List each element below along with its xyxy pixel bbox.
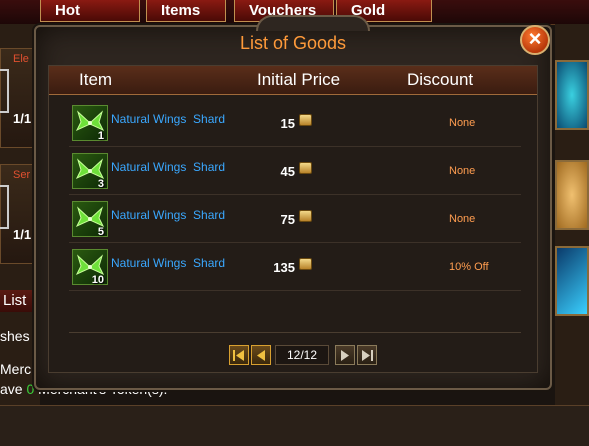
green-wings-shard-icon[interactable]: 10 (72, 249, 108, 286)
item-quantity: 1 (97, 130, 104, 142)
goods-table: Item Initial Price Discount 1 Natural Wi… (48, 65, 538, 373)
header-item: Item (79, 70, 113, 89)
table-row[interactable]: 5 Natural Wings Shard 75 None (69, 196, 521, 243)
item-name[interactable]: Natural Wings Shard (111, 112, 225, 126)
prev-page-button[interactable] (251, 345, 271, 365)
item-discount: 10% Off (449, 261, 489, 273)
item-price: 45 (280, 164, 295, 179)
card-label: Ser (13, 169, 31, 181)
title-ornament (256, 15, 370, 31)
smiley-icon[interactable] (555, 160, 589, 230)
table-row[interactable]: 10 Natural Wings Shard 135 10% Off (69, 244, 521, 291)
gold-ticket-icon (299, 162, 312, 174)
list-of-goods-dialog: List of Goods × Item Initial Price Disco… (34, 15, 552, 390)
item-price: 135 (273, 260, 295, 275)
tab-items-label: Items (161, 2, 201, 19)
card-count: 1/1 (13, 111, 32, 126)
next-page-icon (341, 350, 349, 361)
item-quantity: 10 (91, 274, 104, 286)
dialog-title: List of Goods (239, 33, 347, 53)
gold-ticket-icon (299, 258, 312, 270)
item-name[interactable]: Natural Wings Shard (111, 256, 225, 270)
item-discount: None (449, 117, 476, 129)
item-price: 15 (280, 116, 295, 131)
next-page-button[interactable] (335, 345, 355, 365)
item-quantity: 5 (97, 226, 104, 238)
token-pre: ave (0, 381, 27, 397)
skill-icon-2[interactable] (555, 246, 589, 316)
prev-page-icon (257, 350, 265, 361)
close-button[interactable]: × (520, 25, 550, 55)
table-header: Item Initial Price Discount (49, 66, 537, 95)
card-count: 1/1 (13, 227, 32, 242)
page-indicator: 12/12 (275, 345, 329, 365)
table-row[interactable]: 1 Natural Wings Shard 15 None (69, 100, 521, 147)
green-wings-shard-icon[interactable]: 1 (72, 105, 108, 142)
item-name[interactable]: Natural Wings Shard (111, 208, 225, 222)
header-initial-price: Initial Price (257, 70, 341, 89)
list-tab-label: List (3, 292, 27, 309)
item-quantity: 3 (97, 178, 104, 190)
header-discount: Discount (407, 70, 474, 89)
first-page-button[interactable] (229, 345, 249, 365)
slot-frame (0, 69, 9, 113)
green-wings-shard-icon[interactable]: 3 (72, 153, 108, 190)
item-discount: None (449, 165, 476, 177)
last-page-icon (362, 350, 373, 361)
close-icon: × (528, 26, 542, 51)
last-page-button[interactable] (357, 345, 377, 365)
green-wings-shard-icon[interactable]: 5 (72, 201, 108, 238)
item-price: 75 (280, 212, 295, 227)
tab-hot[interactable]: Hot (40, 0, 140, 22)
tab-items[interactable]: Items (146, 0, 226, 22)
gold-ticket-icon (299, 114, 312, 126)
tab-hot-label: Hot (55, 2, 80, 19)
gold-ticket-icon (299, 210, 312, 222)
card-label: Ele (13, 53, 29, 65)
bg-text-1: shes (0, 328, 30, 344)
slot-frame (0, 185, 9, 229)
skill-icon-1[interactable] (555, 60, 589, 130)
item-discount: None (449, 213, 476, 225)
table-row[interactable]: 3 Natural Wings Shard 45 None (69, 148, 521, 195)
divider (69, 332, 521, 333)
item-name[interactable]: Natural Wings Shard (111, 160, 225, 174)
bottom-bar (0, 405, 589, 446)
first-page-icon (233, 350, 244, 361)
